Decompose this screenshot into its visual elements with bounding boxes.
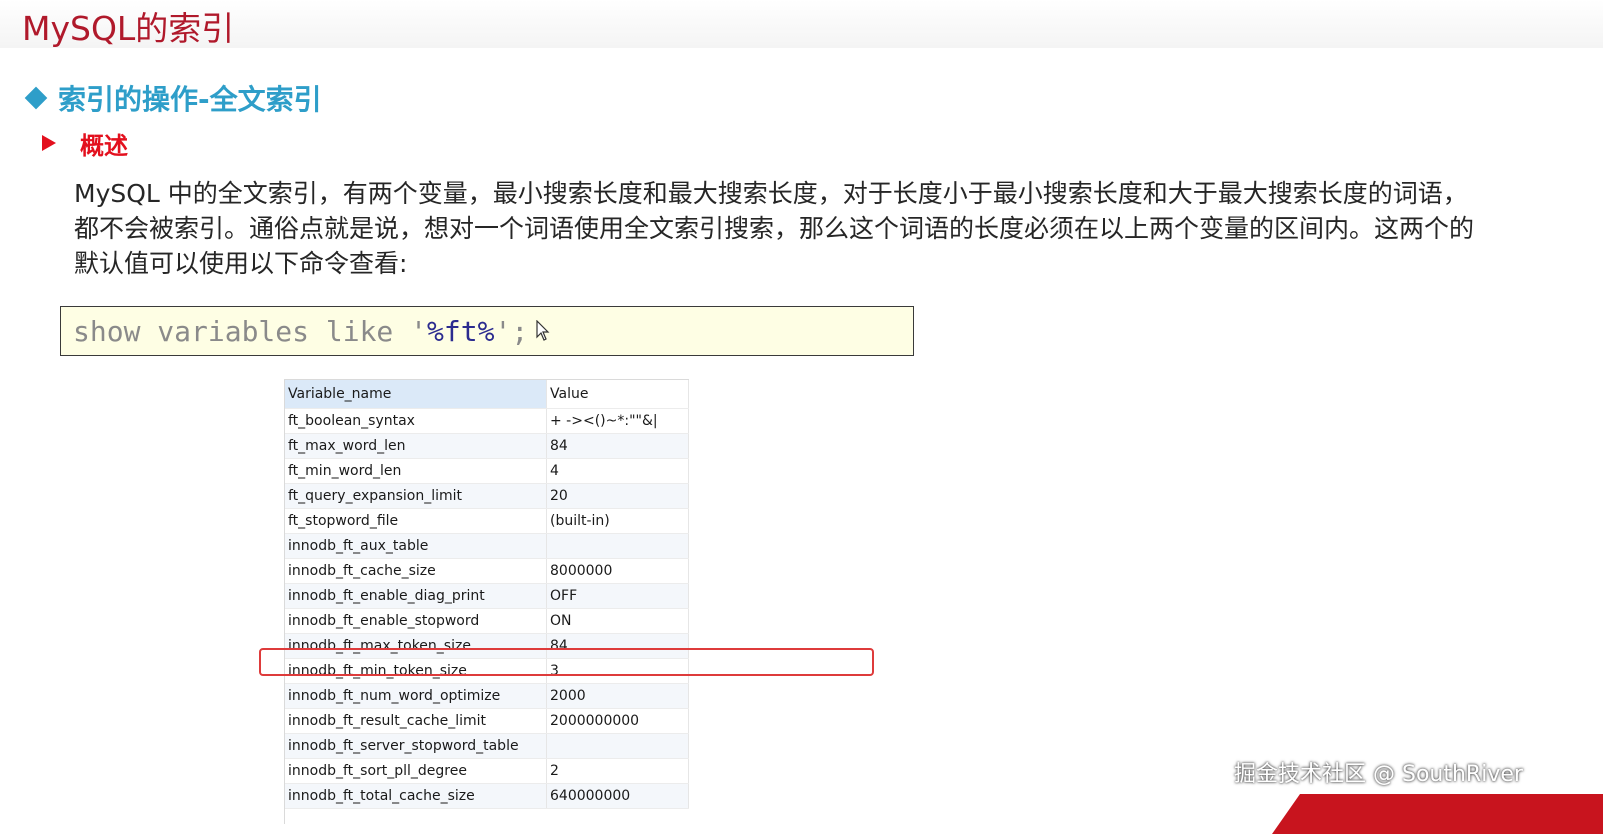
slide-header: MySQL的索引 bbox=[0, 0, 1603, 48]
table-row[interactable]: innodb_ft_server_stopword_table bbox=[285, 733, 689, 759]
mouse-cursor-icon bbox=[536, 320, 550, 341]
table-row[interactable]: ft_stopword_file (built-in) bbox=[285, 508, 689, 534]
variable-name-cell[interactable]: innodb_ft_enable_stopword bbox=[285, 608, 547, 634]
variable-name-cell[interactable]: innodb_ft_enable_diag_print bbox=[285, 583, 547, 609]
variable-name-cell[interactable]: innodb_ft_aux_table bbox=[285, 533, 547, 559]
value-cell[interactable]: 84 bbox=[546, 433, 689, 459]
value-cell[interactable]: 20 bbox=[546, 483, 689, 509]
table-row[interactable]: innodb_ft_cache_size 8000000 bbox=[285, 558, 689, 584]
value-cell[interactable]: 2 bbox=[546, 758, 689, 784]
arrow-bullet-icon bbox=[42, 135, 56, 151]
value-cell[interactable]: 2000 bbox=[546, 683, 689, 709]
table-row[interactable]: innodb_ft_aux_table bbox=[285, 533, 689, 559]
variable-name-cell[interactable]: ft_max_word_len bbox=[285, 433, 547, 459]
table-row[interactable]: innodb_ft_enable_stopword ON bbox=[285, 608, 689, 634]
code-snippet: show variables like ' %ft% '; bbox=[60, 306, 914, 356]
table-row[interactable]: innodb_ft_sort_pll_degree 2 bbox=[285, 758, 689, 784]
diamond-bullet-icon bbox=[24, 86, 48, 110]
results-body: ft_boolean_syntax + -><()~*:""&| ft_max_wo… bbox=[285, 408, 689, 809]
value-cell[interactable]: (built-in) bbox=[546, 508, 689, 534]
value-cell[interactable]: 4 bbox=[546, 458, 689, 484]
table-row[interactable]: ft_min_word_len 4 bbox=[285, 458, 689, 484]
section-title-text: 索引的操作-全文索引 bbox=[58, 83, 322, 116]
table-row[interactable]: ft_max_word_len 84 bbox=[285, 433, 689, 459]
code-pattern: %ft% bbox=[427, 314, 495, 348]
variable-name-cell[interactable]: innodb_ft_num_word_optimize bbox=[285, 683, 547, 709]
value-cell[interactable]: OFF bbox=[546, 583, 689, 609]
table-row[interactable]: ft_query_expansion_limit 20 bbox=[285, 483, 689, 509]
value-cell[interactable]: 640000000 bbox=[546, 783, 689, 809]
value-cell[interactable]: 2000000000 bbox=[546, 708, 689, 734]
variable-name-cell[interactable]: innodb_ft_total_cache_size bbox=[285, 783, 547, 809]
variable-name-cell[interactable]: ft_query_expansion_limit bbox=[285, 483, 547, 509]
code-quote-close: ' bbox=[494, 314, 512, 348]
variable-name-cell[interactable]: ft_boolean_syntax bbox=[285, 408, 547, 434]
variable-name-cell[interactable]: innodb_ft_cache_size bbox=[285, 558, 547, 584]
variable-name-cell[interactable]: ft_min_word_len bbox=[285, 458, 547, 484]
value-cell[interactable] bbox=[546, 533, 689, 559]
table-row[interactable]: ft_boolean_syntax + -><()~*:""&| bbox=[285, 408, 689, 434]
value-cell[interactable]: 8000000 bbox=[546, 558, 689, 584]
slide-title: MySQL的索引 bbox=[22, 9, 235, 48]
table-row[interactable]: innodb_ft_num_word_optimize 2000 bbox=[285, 683, 689, 709]
corner-accent-decoration bbox=[1272, 794, 1603, 834]
highlight-annotation-box bbox=[259, 648, 874, 676]
description-paragraph: MySQL 中的全文索引，有两个变量，最小搜索长度和最大搜索长度，对于长度小于最… bbox=[74, 179, 1475, 278]
table-row[interactable]: innodb_ft_total_cache_size 640000000 bbox=[285, 783, 689, 809]
value-cell[interactable]: + -><()~*:""&| bbox=[546, 408, 689, 434]
column-header-variable-name[interactable]: Variable_name bbox=[285, 380, 547, 409]
value-cell[interactable]: ON bbox=[546, 608, 689, 634]
results-header-row: Variable_name Value bbox=[285, 380, 689, 409]
watermark: 掘金技术社区 @ SouthRiver bbox=[1234, 762, 1523, 787]
column-header-value[interactable]: Value bbox=[546, 380, 689, 409]
query-results-grid: Variable_name Value ft_boolean_syntax + -… bbox=[284, 379, 689, 824]
table-row[interactable]: innodb_ft_result_cache_limit 2000000000 bbox=[285, 708, 689, 734]
variable-name-cell[interactable]: innodb_ft_sort_pll_degree bbox=[285, 758, 547, 784]
code-semicolon: ; bbox=[511, 314, 529, 348]
section-heading: 索引的操作-全文索引 bbox=[24, 78, 322, 118]
subtitle-text: 概述 bbox=[80, 131, 128, 160]
table-row[interactable]: innodb_ft_enable_diag_print OFF bbox=[285, 583, 689, 609]
code-keyword: show variables like bbox=[73, 314, 394, 348]
value-cell[interactable] bbox=[546, 733, 689, 759]
code-quote-open: ' bbox=[410, 314, 428, 348]
variable-name-cell[interactable]: innodb_ft_server_stopword_table bbox=[285, 733, 547, 759]
variable-name-cell[interactable]: ft_stopword_file bbox=[285, 508, 547, 534]
variable-name-cell[interactable]: innodb_ft_result_cache_limit bbox=[285, 708, 547, 734]
subtitle: 概述 bbox=[42, 126, 128, 160]
